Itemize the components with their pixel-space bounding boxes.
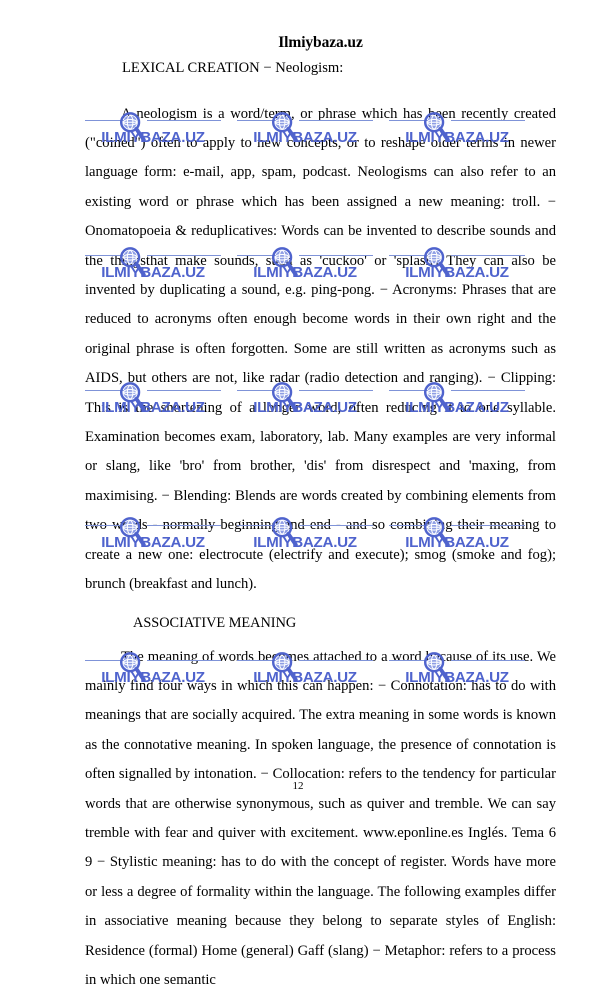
document-page: Ilmiybaza.uz LEXICAL CREATION − Neologis… xyxy=(0,0,596,988)
page-number: 12 xyxy=(292,780,304,792)
lexical-creation-subheading: LEXICAL CREATION − Neologism: xyxy=(122,60,344,77)
associative-meaning-heading: ASSOCIATIVE MEANING xyxy=(133,615,297,632)
site-title: Ilmiybaza.uz xyxy=(278,34,363,51)
paragraph-associative-meaning: The meaning of words becomes attached to… xyxy=(85,648,556,989)
paragraph-neologism: A neologism is a word/term, or phrase wh… xyxy=(85,105,556,593)
document-content: Ilmiybaza.uz LEXICAL CREATION − Neologis… xyxy=(85,0,556,995)
